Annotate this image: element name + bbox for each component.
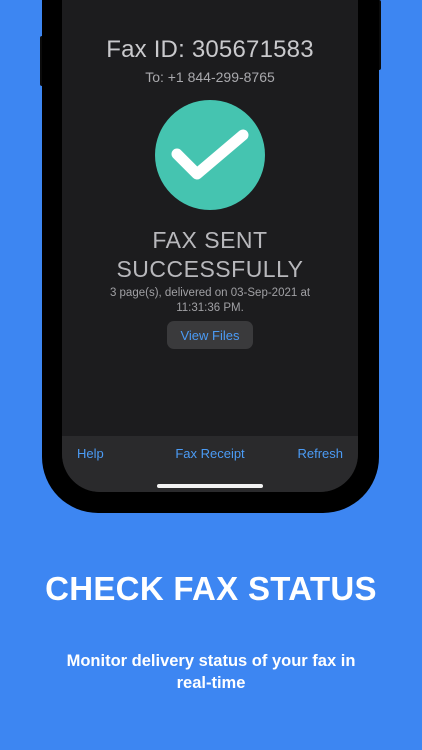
checkmark-icon [171,129,249,180]
success-badge [155,100,265,210]
status-title: FAX SENT SUCCESSFULLY [62,226,358,284]
refresh-button[interactable]: Refresh [297,446,343,461]
phone-frame: Fax ID: 305671583 To: +1 844-299-8765 FA… [42,0,379,513]
fax-id-label: Fax ID: 305671583 [106,36,314,63]
promo-subline: Monitor delivery status of your fax in r… [66,652,356,692]
fax-recipient-label: To: +1 844-299-8765 [145,69,275,85]
view-files-button[interactable]: View Files [167,321,253,349]
delivery-detail: 3 page(s), delivered on 03-Sep-2021 at 1… [109,287,311,314]
phone-screen: Fax ID: 305671583 To: +1 844-299-8765 FA… [62,0,358,492]
status-title-line2: SUCCESSFULLY [116,256,304,282]
home-indicator[interactable] [157,484,263,488]
promo-headline: CHECK FAX STATUS [45,570,377,607]
status-title-line1: FAX SENT [152,227,268,253]
fax-status-view: Fax ID: 305671583 To: +1 844-299-8765 FA… [62,0,358,436]
